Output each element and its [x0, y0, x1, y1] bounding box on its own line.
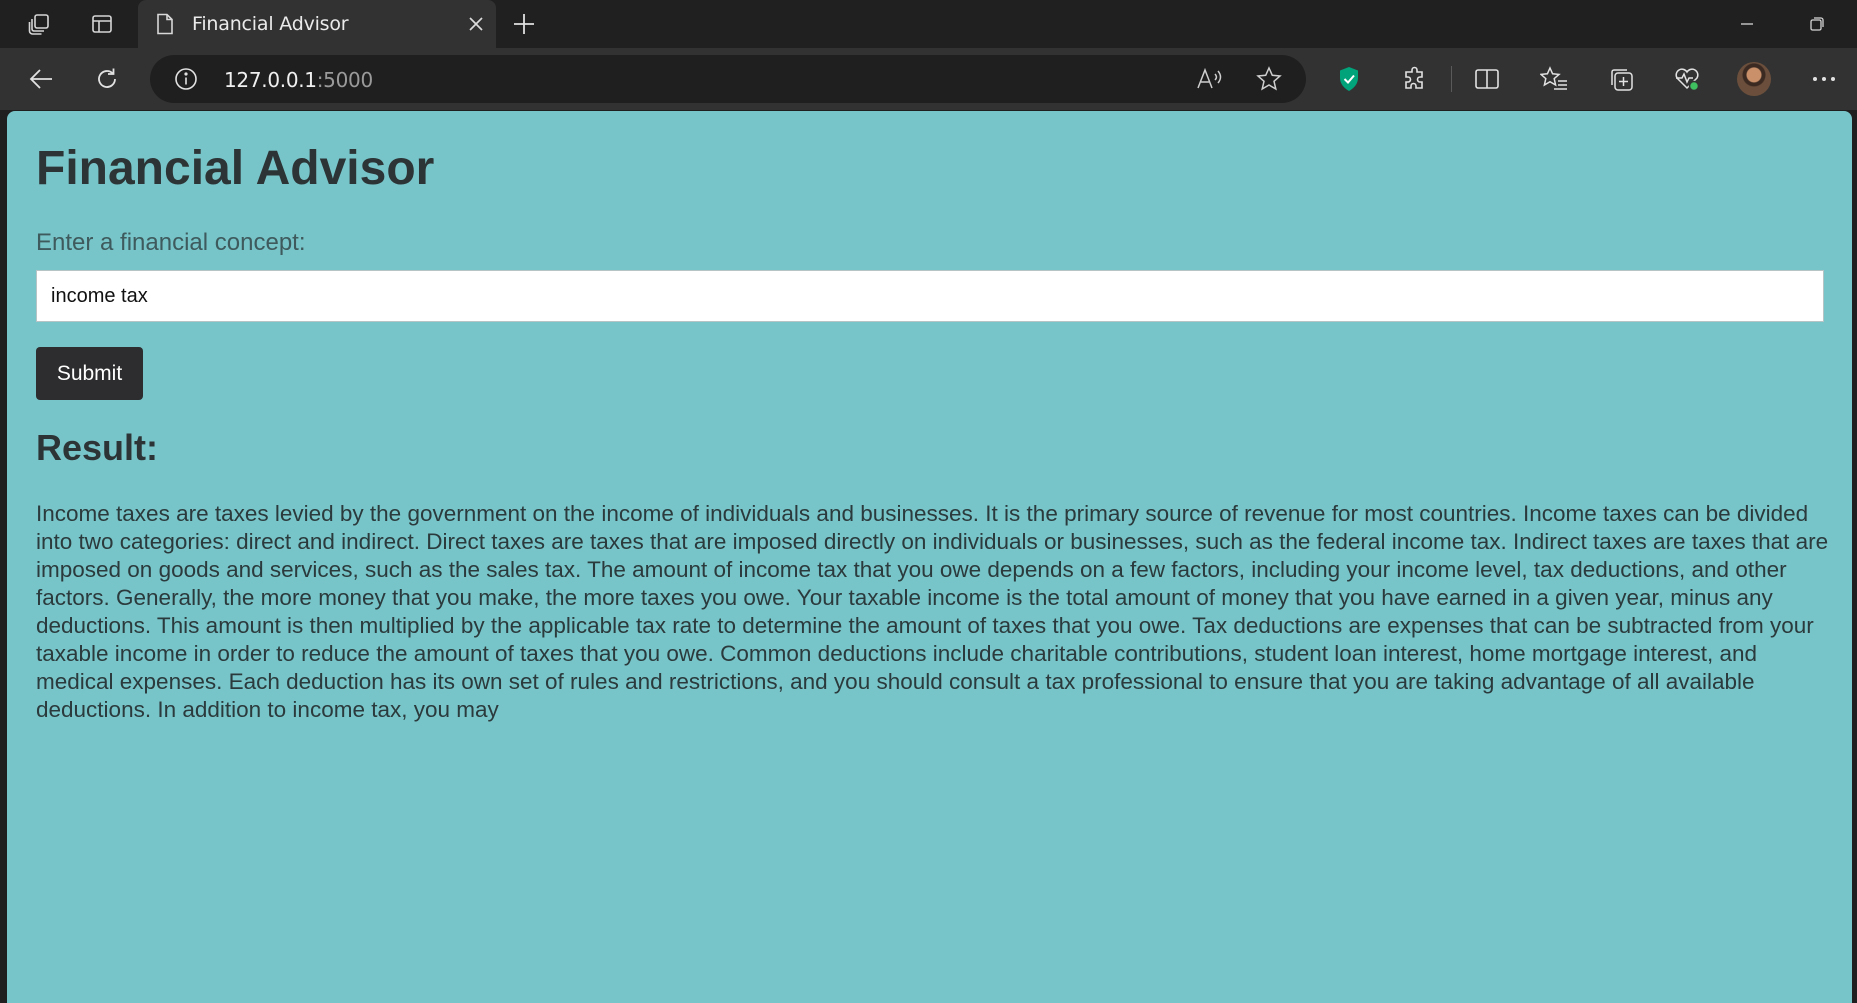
- tab-financial-advisor[interactable]: Financial Advisor: [138, 0, 496, 48]
- browser-essentials-icon[interactable]: [1667, 60, 1707, 98]
- address-bar[interactable]: 127.0.0.1:5000: [150, 55, 1306, 103]
- refresh-icon[interactable]: [87, 60, 127, 98]
- browser-toolbar: 127.0.0.1:5000: [0, 48, 1857, 110]
- toolbar-separator: [1451, 66, 1452, 92]
- minimize-icon[interactable]: [1712, 0, 1782, 48]
- page-icon: [154, 13, 176, 35]
- url-text[interactable]: 127.0.0.1:5000: [224, 68, 373, 92]
- close-icon[interactable]: [464, 12, 488, 36]
- split-screen-icon[interactable]: [1467, 60, 1507, 98]
- more-menu-icon[interactable]: [1804, 60, 1844, 98]
- result-heading: Result:: [36, 427, 159, 468]
- favorites-icon[interactable]: [1534, 60, 1574, 98]
- tab-strip: Financial Advisor: [0, 0, 1857, 48]
- result-text: Income taxes are taxes levied by the gov…: [36, 501, 1829, 722]
- url-port: :5000: [316, 68, 373, 92]
- workspaces-icon[interactable]: [19, 6, 59, 42]
- back-icon[interactable]: [21, 60, 61, 98]
- info-icon[interactable]: [174, 67, 198, 91]
- tab-title: Financial Advisor: [192, 13, 349, 35]
- collections-icon[interactable]: [1601, 60, 1641, 98]
- concept-input[interactable]: [36, 270, 1824, 322]
- extensions-icon[interactable]: [1395, 60, 1435, 98]
- shield-extension-icon[interactable]: [1329, 60, 1369, 98]
- url-host: 127.0.0.1: [224, 68, 317, 92]
- concept-input-label: Enter a financial concept:: [36, 229, 306, 256]
- submit-button[interactable]: Submit: [36, 347, 143, 400]
- page-title: Financial Advisor: [36, 142, 435, 195]
- new-tab-icon[interactable]: [504, 6, 544, 42]
- profile-avatar[interactable]: [1737, 62, 1771, 96]
- restore-icon[interactable]: [1782, 0, 1852, 48]
- tab-actions-icon[interactable]: [82, 6, 122, 42]
- favorite-star-icon[interactable]: [1254, 65, 1284, 93]
- page-viewport: Financial Advisor Enter a financial conc…: [7, 111, 1852, 1003]
- read-aloud-icon[interactable]: [1195, 65, 1225, 93]
